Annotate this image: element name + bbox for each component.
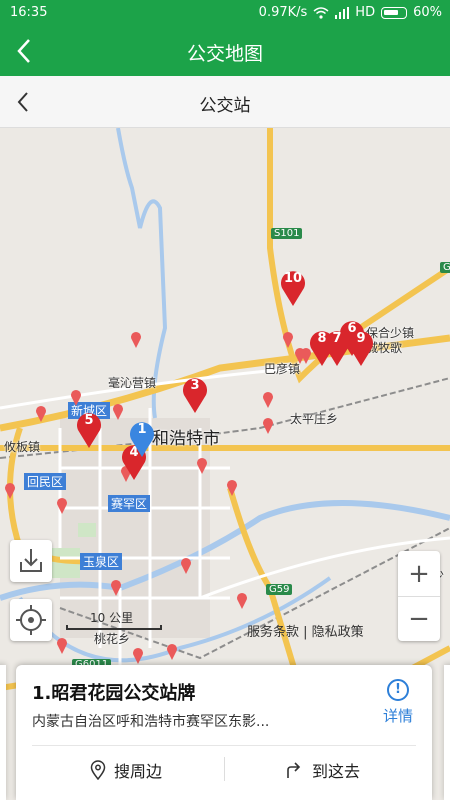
small-pin[interactable] xyxy=(56,498,68,514)
map-scale: 10 公里 xyxy=(66,609,162,630)
road-shield-g6: G xyxy=(440,262,450,273)
zoom-in-button[interactable]: + xyxy=(398,551,440,596)
sub-header: 公交站 xyxy=(0,76,450,128)
action-divider xyxy=(224,757,225,781)
app-bar: 公交地图 xyxy=(0,26,450,76)
marker-5[interactable]: 5 xyxy=(74,408,104,448)
scale-label: 10 公里 xyxy=(90,611,134,625)
legal-links[interactable]: 服务条款 | 隐私政策 xyxy=(247,621,364,640)
battery-icon xyxy=(381,6,408,19)
small-pin[interactable] xyxy=(70,390,82,406)
stop-name: 1.昭君花园公交站牌 xyxy=(32,683,196,704)
stop-address: 内蒙古自治区呼和浩特市赛罕区东影... xyxy=(32,714,270,730)
prev-card-peek[interactable] xyxy=(0,665,6,800)
download-icon xyxy=(20,549,42,572)
district-label-huimin: 回民区 xyxy=(24,473,67,490)
city-label: 和浩特市 xyxy=(152,429,220,449)
small-pin[interactable] xyxy=(4,483,16,499)
locate-button[interactable] xyxy=(10,599,52,641)
status-bar: 16:35 0.97K/s HD 60% xyxy=(0,0,450,26)
marker-number: 1 xyxy=(137,422,147,437)
detail-button[interactable]: ! 详情 xyxy=(378,679,418,726)
status-time: 16:35 xyxy=(10,5,48,20)
network-speed: 0.97K/s xyxy=(258,5,308,20)
info-icon: ! xyxy=(387,679,409,701)
small-pin[interactable] xyxy=(130,332,142,348)
status-icons: 0.97K/s HD 60% xyxy=(259,5,442,20)
card-divider xyxy=(32,745,416,746)
zoom-out-button[interactable]: − xyxy=(398,596,440,641)
route-arrow-icon xyxy=(287,762,301,778)
navigate-here-button[interactable]: 到这去 xyxy=(284,758,360,782)
battery-level: 60% xyxy=(413,5,442,20)
small-pin[interactable] xyxy=(166,644,178,660)
location-pin-icon xyxy=(90,760,106,780)
district-label-yuquan: 玉泉区 xyxy=(80,553,123,570)
small-pin[interactable] xyxy=(196,458,208,474)
locate-icon xyxy=(16,605,46,635)
small-pin[interactable] xyxy=(236,593,248,609)
marker-3[interactable]: 3 xyxy=(180,373,210,413)
small-pin[interactable] xyxy=(112,404,124,420)
district-label-saihan: 赛罕区 xyxy=(108,495,151,512)
small-pin[interactable] xyxy=(35,406,47,422)
next-card-peek[interactable] xyxy=(444,665,450,800)
marker-number: 10 xyxy=(283,271,303,286)
road-shield-g59: G59 xyxy=(266,584,293,595)
marker-9[interactable]: 9 xyxy=(346,326,376,366)
marker-1-selected[interactable]: 1 xyxy=(127,417,157,457)
small-pin[interactable] xyxy=(56,638,68,654)
sub-header-title: 公交站 xyxy=(199,96,251,116)
page-title: 公交地图 xyxy=(186,43,263,65)
road-shield-s101: S101 xyxy=(271,228,303,239)
marker-10[interactable]: 10 xyxy=(278,266,308,306)
small-pin[interactable] xyxy=(132,648,144,664)
place-label-haoqinying: 毫沁营镇 xyxy=(108,376,157,390)
small-pin[interactable] xyxy=(110,580,122,596)
wifi-icon xyxy=(313,6,329,19)
small-pin[interactable] xyxy=(262,418,274,434)
signal-icon xyxy=(335,6,350,19)
zoom-control: + − xyxy=(398,551,440,641)
search-nearby-button[interactable]: 搜周边 xyxy=(90,758,162,782)
place-label-taipingzhuang: 太平庄乡 xyxy=(290,412,339,426)
marker-number: 3 xyxy=(190,378,200,393)
network-type: HD xyxy=(355,5,376,20)
small-pin[interactable] xyxy=(180,558,192,574)
stop-info-card: 1.昭君花园公交站牌 内蒙古自治区呼和浩特市赛罕区东影... ! 详情 搜周边 … xyxy=(16,665,432,800)
search-nearby-label: 搜周边 xyxy=(114,762,163,781)
small-pin[interactable] xyxy=(262,392,274,408)
offline-map-button[interactable] xyxy=(10,540,52,582)
small-pin[interactable] xyxy=(226,480,238,496)
detail-label: 详情 xyxy=(382,707,413,725)
marker-number: 5 xyxy=(84,413,94,428)
navigate-here-label: 到这去 xyxy=(312,762,361,781)
place-label-youban: 攸板镇 xyxy=(4,440,41,454)
scale-bar xyxy=(66,625,162,630)
marker-number: 9 xyxy=(356,331,366,346)
place-label-taohua: 桃花乡 xyxy=(94,632,131,646)
small-pin[interactable] xyxy=(282,332,294,348)
